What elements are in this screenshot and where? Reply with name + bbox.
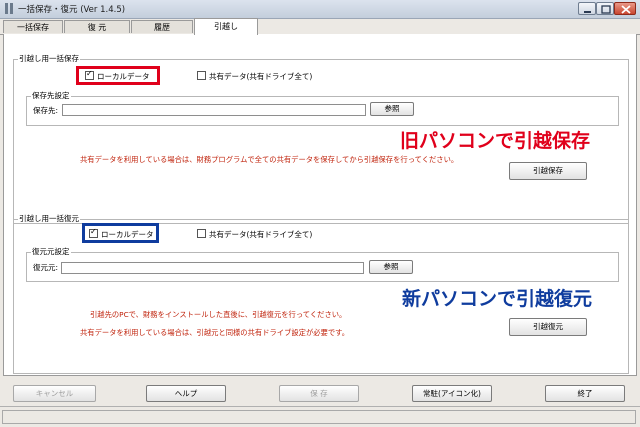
- tab-restore[interactable]: 復 元: [64, 20, 130, 33]
- status-bar: [0, 406, 640, 427]
- checkbox-icon: [197, 229, 206, 238]
- migration-save-legend: 引越し用一括保存: [18, 54, 80, 63]
- minimize-button[interactable]: [578, 2, 596, 15]
- tab-bar: 一括保存 復 元 履歴 引越し: [0, 18, 640, 35]
- restore-shared-data-label: 共有データ(共有ドライブ全て): [209, 230, 313, 239]
- restore-notice-text-2: 共有データを利用している場合は、引越元と同様の共有ドライブ設定が必要です。: [80, 328, 350, 337]
- maximize-button[interactable]: [596, 2, 614, 15]
- save-destination-legend: 保存先設定: [31, 91, 71, 100]
- save-destination-input[interactable]: [62, 104, 366, 116]
- maximize-icon: [601, 5, 611, 14]
- close-button[interactable]: [614, 2, 636, 15]
- checkbox-icon: [197, 71, 206, 80]
- save-destination-label: 保存先:: [33, 106, 59, 115]
- tab-history[interactable]: 履歴: [131, 20, 193, 33]
- checkbox-icon: ✓: [85, 69, 94, 80]
- tab-migration[interactable]: 引越し: [194, 18, 258, 35]
- save-local-data-checkbox[interactable]: ✓ ローカルデータ: [85, 69, 150, 82]
- window-title: 一括保存・復元 (Ver 1.4.5): [18, 5, 126, 15]
- old-pc-save-overlay: 旧パソコンで引越保存: [400, 130, 591, 152]
- restore-notice-text-1: 引越先のPCで、財務をインストールした直後に、引越復元を行ってください。: [90, 310, 347, 319]
- minimize-to-tray-button[interactable]: 常駐(アイコン化): [412, 385, 492, 402]
- new-pc-restore-overlay: 新パソコンで引越復元: [402, 288, 593, 310]
- title-bar: 一括保存・復元 (Ver 1.4.5): [0, 0, 640, 19]
- save-shared-data-checkbox[interactable]: 共有データ(共有ドライブ全て): [197, 71, 312, 82]
- migration-restore-legend: 引越し用一括復元: [18, 214, 80, 223]
- checkbox-icon: ✓: [89, 227, 98, 238]
- minimize-icon: [584, 11, 591, 13]
- save-shared-data-label: 共有データ(共有ドライブ全て): [209, 72, 313, 81]
- save-notice-text: 共有データを利用している場合は、財務プログラムで全ての共有データを保存してから引…: [80, 155, 459, 164]
- restore-browse-button[interactable]: 参照: [369, 260, 413, 274]
- tab-bulk-save[interactable]: 一括保存: [3, 20, 63, 33]
- restore-local-data-label: ローカルデータ: [101, 230, 154, 239]
- restore-source-input[interactable]: [61, 262, 364, 274]
- restore-shared-data-checkbox[interactable]: 共有データ(共有ドライブ全て): [197, 229, 312, 240]
- cancel-button[interactable]: キャンセル: [13, 385, 96, 402]
- status-bar-panel: [2, 410, 636, 424]
- close-icon: [621, 5, 631, 14]
- app-icon: [5, 3, 13, 14]
- save-browse-button[interactable]: 参照: [370, 102, 414, 116]
- restore-local-data-checkbox[interactable]: ✓ ローカルデータ: [89, 227, 154, 240]
- restore-source-label: 復元元:: [33, 263, 59, 272]
- exit-button[interactable]: 終了: [545, 385, 625, 402]
- save-button[interactable]: 保 存: [279, 385, 359, 402]
- restore-source-legend: 復元元設定: [31, 247, 71, 256]
- migration-restore-button[interactable]: 引越復元: [509, 318, 587, 336]
- help-button[interactable]: ヘルプ: [146, 385, 226, 402]
- migration-save-button[interactable]: 引越保存: [509, 162, 587, 180]
- save-local-data-label: ローカルデータ: [97, 72, 150, 81]
- migration-panel: 引越し用一括保存 ✓ ローカルデータ 共有データ(共有ドライブ全て) 保存先設定 …: [3, 34, 637, 376]
